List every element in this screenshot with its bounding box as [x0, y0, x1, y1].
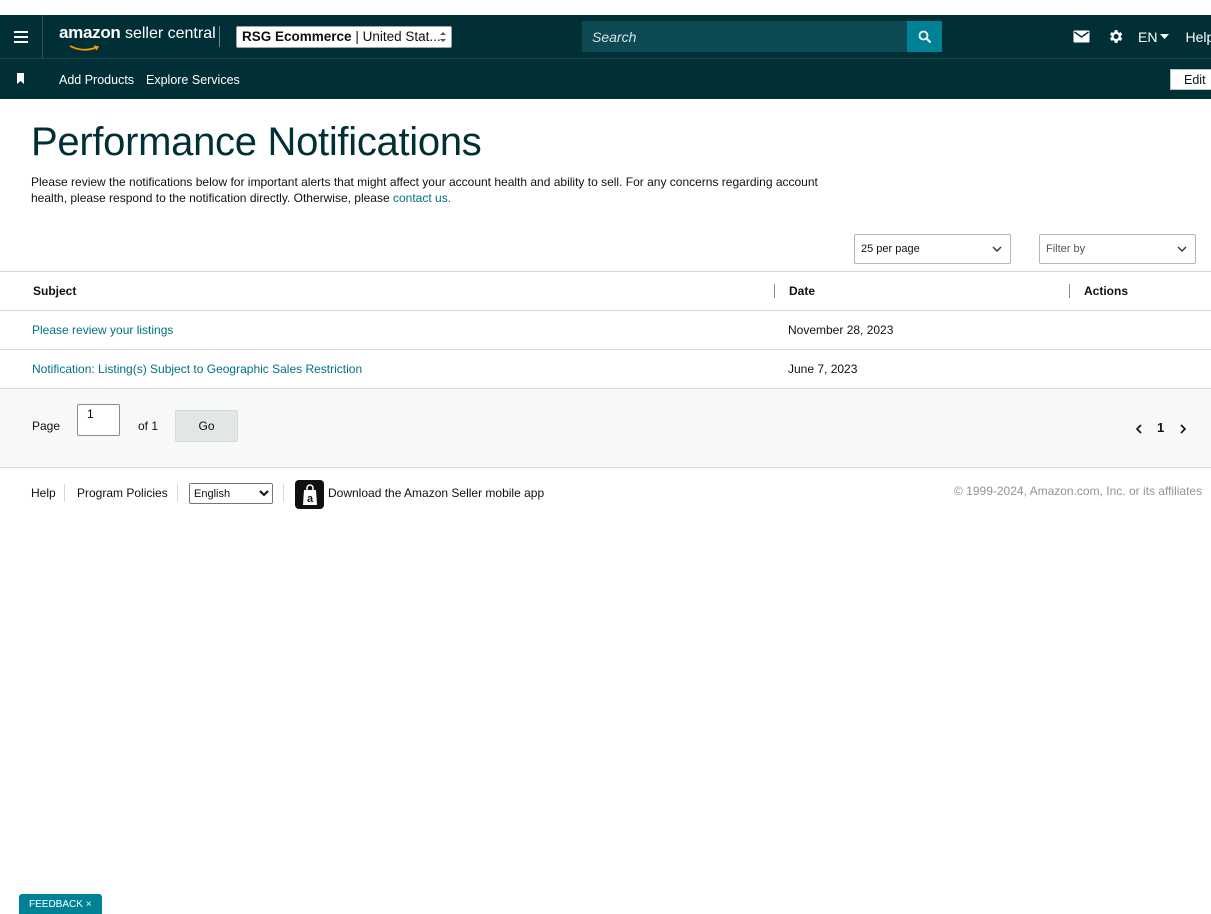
footer-language-select[interactable]: English: [189, 483, 273, 504]
quick-nav-bar: Add Products Explore Services Edit: [0, 58, 1211, 99]
amazon-app-icon[interactable]: a: [295, 480, 324, 509]
page-count: of 1: [138, 419, 159, 433]
search-input[interactable]: [582, 21, 907, 52]
chevron-down-icon: [1177, 246, 1187, 252]
feedback-button[interactable]: FEEDBACK ×: [19, 894, 102, 914]
settings-button[interactable]: [1104, 26, 1126, 48]
caret-down-icon: [1160, 33, 1170, 39]
footer-divider: [283, 484, 284, 502]
top-header: amazon seller central RSG Ecommerce | Un…: [0, 15, 1211, 58]
amazon-smile-icon: [69, 45, 99, 51]
bookmark-icon[interactable]: [16, 73, 26, 85]
filter-placeholder: Filter by: [1046, 243, 1086, 255]
program-policies-link[interactable]: Program Policies: [77, 486, 168, 500]
notifications-table: Subject Date Actions Please review your …: [0, 271, 1211, 389]
per-page-dropdown[interactable]: 25 per page: [854, 234, 1011, 264]
column-divider: [774, 284, 775, 298]
footer-divider: [64, 484, 65, 502]
table-header: Subject Date Actions: [0, 271, 1211, 311]
seller-central-logo[interactable]: amazon seller central: [59, 23, 216, 43]
download-app-link[interactable]: Download the Amazon Seller mobile app: [328, 486, 544, 500]
page-footer: Help Program Policies English a Download…: [0, 478, 1211, 510]
menu-icon[interactable]: [0, 15, 43, 58]
nav-explore-services[interactable]: Explore Services: [146, 73, 240, 87]
go-button[interactable]: Go: [175, 410, 238, 442]
per-page-value: 25 per page: [861, 243, 920, 255]
page-number-input[interactable]: [77, 404, 120, 436]
help-link[interactable]: Help: [1185, 29, 1211, 45]
account-selector[interactable]: RSG Ecommerce | United Stat...: [236, 26, 452, 48]
mail-icon: [1073, 30, 1089, 43]
shopping-bag-icon: a: [302, 483, 317, 505]
footer-divider: [177, 484, 178, 502]
pagination-bar: Page of 1 Go 1: [0, 388, 1211, 468]
chevron-left-icon[interactable]: [1134, 423, 1144, 435]
search-icon: [918, 30, 931, 43]
page-title: Performance Notifications: [31, 120, 482, 164]
close-icon[interactable]: ×: [86, 899, 92, 910]
chevron-down-icon: [992, 246, 1002, 252]
notification-subject-link[interactable]: Please review your listings: [32, 323, 173, 337]
filter-dropdown[interactable]: Filter by: [1039, 234, 1196, 264]
chevron-right-icon[interactable]: [1178, 423, 1188, 435]
search-button[interactable]: [907, 21, 942, 52]
header-divider: [219, 26, 220, 47]
browser-top-strip: [0, 0, 1211, 15]
current-page-number[interactable]: 1: [1157, 420, 1164, 435]
table-row: Notification: Listing(s) Subject to Geog…: [0, 350, 1211, 389]
notification-date: June 7, 2023: [788, 362, 858, 376]
edit-nav-button[interactable]: Edit: [1170, 69, 1211, 90]
mail-button[interactable]: [1070, 26, 1092, 48]
search-bar: [582, 21, 942, 52]
column-divider: [1069, 284, 1070, 298]
logo-rest: seller central: [120, 25, 216, 42]
notification-date: November 28, 2023: [788, 323, 894, 337]
language-menu[interactable]: EN: [1138, 28, 1170, 45]
column-header-actions: Actions: [1084, 284, 1129, 298]
account-name: RSG Ecommerce: [242, 29, 352, 44]
header-actions: EN Help: [1070, 15, 1211, 58]
column-header-date[interactable]: Date: [789, 284, 815, 298]
table-row: Please review your listings November 28,…: [0, 311, 1211, 350]
stepper-icon: [440, 32, 446, 42]
gear-icon: [1109, 30, 1122, 43]
app-icon-letter: a: [306, 493, 313, 505]
contact-us-link[interactable]: contact us.: [393, 191, 451, 205]
account-region: | United Stat...: [351, 29, 441, 44]
copyright-text: © 1999-2024, Amazon.com, Inc. or its aff…: [954, 484, 1203, 498]
column-header-subject[interactable]: Subject: [33, 284, 76, 298]
logo-brand: amazon: [59, 23, 121, 42]
notification-subject-link[interactable]: Notification: Listing(s) Subject to Geog…: [32, 362, 362, 376]
intro-text: Please review the notifications below fo…: [31, 174, 831, 206]
feedback-label: FEEDBACK: [29, 899, 83, 910]
nav-add-products[interactable]: Add Products: [59, 73, 134, 87]
page-label: Page: [32, 419, 61, 433]
footer-help-link[interactable]: Help: [31, 486, 56, 500]
language-label: EN: [1138, 28, 1158, 45]
